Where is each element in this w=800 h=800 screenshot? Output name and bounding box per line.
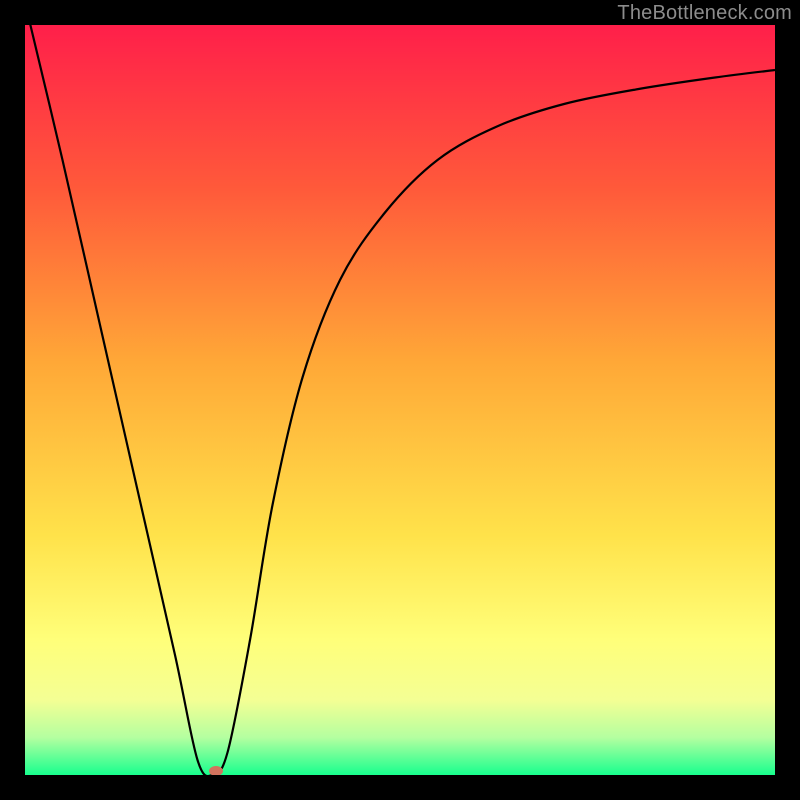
plot-area (25, 25, 775, 775)
bottleneck-curve (25, 25, 775, 775)
watermark-text: TheBottleneck.com (617, 2, 792, 25)
chart-container: TheBottleneck.com (0, 0, 800, 800)
optimal-point-marker (209, 766, 223, 775)
